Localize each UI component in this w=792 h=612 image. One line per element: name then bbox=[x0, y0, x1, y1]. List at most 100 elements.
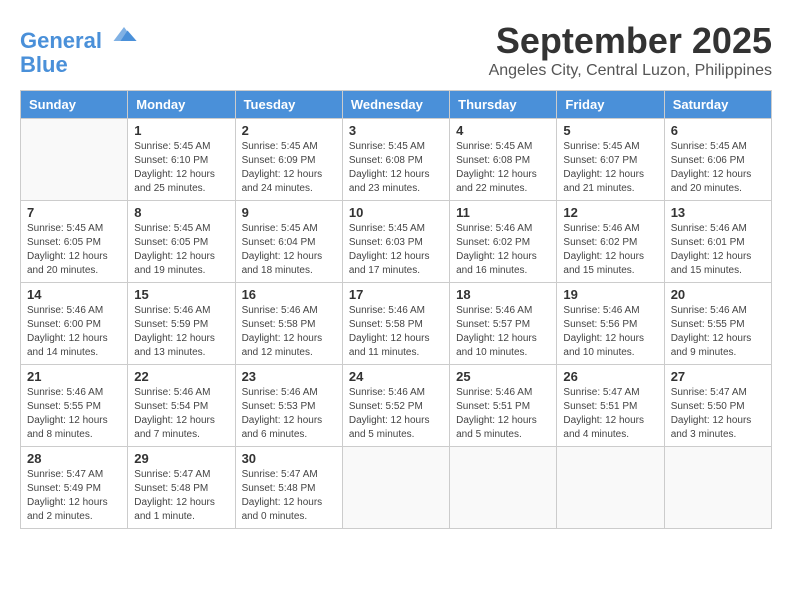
day-number: 4 bbox=[456, 123, 550, 138]
day-cell: 15 Sunrise: 5:46 AM Sunset: 5:59 PM Dayli… bbox=[128, 283, 235, 365]
day-info: Sunrise: 5:45 AM Sunset: 6:03 PM Dayligh… bbox=[349, 222, 443, 278]
day-cell: 11 Sunrise: 5:46 AM Sunset: 6:02 PM Dayli… bbox=[450, 201, 557, 283]
location-title: Angeles City, Central Luzon, Philippines bbox=[489, 62, 772, 80]
header-cell-friday: Friday bbox=[557, 91, 664, 119]
day-info: Sunrise: 5:46 AM Sunset: 5:52 PM Dayligh… bbox=[349, 386, 443, 442]
day-info: Sunrise: 5:45 AM Sunset: 6:09 PM Dayligh… bbox=[242, 140, 336, 196]
day-cell: 3Sunrise: 5:45 AM Sunset: 6:08 PM Daylig… bbox=[342, 119, 449, 201]
day-number: 1 bbox=[134, 123, 228, 138]
day-cell: 12 Sunrise: 5:46 AM Sunset: 6:02 PM Dayli… bbox=[557, 201, 664, 283]
day-cell: 21 Sunrise: 5:46 AM Sunset: 5:55 PM Dayli… bbox=[21, 365, 128, 447]
day-cell: 7Sunrise: 5:45 AM Sunset: 6:05 PM Daylig… bbox=[21, 201, 128, 283]
day-info: Sunrise: 5:46 AM Sunset: 5:55 PM Dayligh… bbox=[27, 386, 121, 442]
day-cell: 8 Sunrise: 5:45 AM Sunset: 6:05 PM Daylig… bbox=[128, 201, 235, 283]
day-cell: 2 Sunrise: 5:45 AM Sunset: 6:09 PM Daylig… bbox=[235, 119, 342, 201]
day-info: Sunrise: 5:45 AM Sunset: 6:08 PM Dayligh… bbox=[456, 140, 550, 196]
day-cell: 20 Sunrise: 5:46 AM Sunset: 5:55 PM Dayli… bbox=[664, 283, 771, 365]
day-cell: 6 Sunrise: 5:45 AM Sunset: 6:06 PM Daylig… bbox=[664, 119, 771, 201]
day-cell: 9 Sunrise: 5:45 AM Sunset: 6:04 PM Daylig… bbox=[235, 201, 342, 283]
day-info: Sunrise: 5:45 AM Sunset: 6:05 PM Dayligh… bbox=[134, 222, 228, 278]
day-number: 8 bbox=[134, 205, 228, 220]
day-number: 10 bbox=[349, 205, 443, 220]
day-number: 11 bbox=[456, 205, 550, 220]
day-info: Sunrise: 5:46 AM Sunset: 5:59 PM Dayligh… bbox=[134, 304, 228, 360]
day-cell: 25 Sunrise: 5:46 AM Sunset: 5:51 PM Dayli… bbox=[450, 365, 557, 447]
day-cell: 16Sunrise: 5:46 AM Sunset: 5:58 PM Dayli… bbox=[235, 283, 342, 365]
day-number: 27 bbox=[671, 369, 765, 384]
day-info: Sunrise: 5:46 AM Sunset: 5:53 PM Dayligh… bbox=[242, 386, 336, 442]
week-row-3: 14Sunrise: 5:46 AM Sunset: 6:00 PM Dayli… bbox=[21, 283, 772, 365]
day-number: 9 bbox=[242, 205, 336, 220]
day-number: 30 bbox=[242, 451, 336, 466]
logo-text: General bbox=[20, 20, 138, 53]
day-number: 28 bbox=[27, 451, 121, 466]
day-cell: 1 Sunrise: 5:45 AM Sunset: 6:10 PM Daylig… bbox=[128, 119, 235, 201]
logo: General Blue bbox=[20, 20, 138, 77]
day-cell: 13Sunrise: 5:46 AM Sunset: 6:01 PM Dayli… bbox=[664, 201, 771, 283]
day-cell bbox=[342, 447, 449, 529]
day-info: Sunrise: 5:46 AM Sunset: 5:56 PM Dayligh… bbox=[563, 304, 657, 360]
day-info: Sunrise: 5:45 AM Sunset: 6:04 PM Dayligh… bbox=[242, 222, 336, 278]
day-number: 17 bbox=[349, 287, 443, 302]
day-number: 12 bbox=[563, 205, 657, 220]
day-cell bbox=[557, 447, 664, 529]
day-info: Sunrise: 5:45 AM Sunset: 6:07 PM Dayligh… bbox=[563, 140, 657, 196]
header-cell-saturday: Saturday bbox=[664, 91, 771, 119]
day-cell: 4 Sunrise: 5:45 AM Sunset: 6:08 PM Daylig… bbox=[450, 119, 557, 201]
day-cell: 24 Sunrise: 5:46 AM Sunset: 5:52 PM Dayli… bbox=[342, 365, 449, 447]
day-cell: 17 Sunrise: 5:46 AM Sunset: 5:58 PM Dayli… bbox=[342, 283, 449, 365]
day-cell: 5Sunrise: 5:45 AM Sunset: 6:07 PM Daylig… bbox=[557, 119, 664, 201]
day-cell: 19 Sunrise: 5:46 AM Sunset: 5:56 PM Dayli… bbox=[557, 283, 664, 365]
day-number: 29 bbox=[134, 451, 228, 466]
day-number: 19 bbox=[563, 287, 657, 302]
day-info: Sunrise: 5:47 AM Sunset: 5:48 PM Dayligh… bbox=[242, 468, 336, 524]
header-cell-tuesday: Tuesday bbox=[235, 91, 342, 119]
day-info: Sunrise: 5:46 AM Sunset: 5:54 PM Dayligh… bbox=[134, 386, 228, 442]
week-row-2: 7Sunrise: 5:45 AM Sunset: 6:05 PM Daylig… bbox=[21, 201, 772, 283]
day-number: 20 bbox=[671, 287, 765, 302]
day-info: Sunrise: 5:46 AM Sunset: 5:58 PM Dayligh… bbox=[349, 304, 443, 360]
day-number: 25 bbox=[456, 369, 550, 384]
day-info: Sunrise: 5:45 AM Sunset: 6:06 PM Dayligh… bbox=[671, 140, 765, 196]
day-number: 6 bbox=[671, 123, 765, 138]
day-number: 13 bbox=[671, 205, 765, 220]
day-info: Sunrise: 5:46 AM Sunset: 6:02 PM Dayligh… bbox=[456, 222, 550, 278]
day-info: Sunrise: 5:45 AM Sunset: 6:05 PM Dayligh… bbox=[27, 222, 121, 278]
calendar-table: SundayMondayTuesdayWednesdayThursdayFrid… bbox=[20, 90, 772, 529]
day-cell: 23 Sunrise: 5:46 AM Sunset: 5:53 PM Dayli… bbox=[235, 365, 342, 447]
header-row: SundayMondayTuesdayWednesdayThursdayFrid… bbox=[21, 91, 772, 119]
day-number: 26 bbox=[563, 369, 657, 384]
header-cell-sunday: Sunday bbox=[21, 91, 128, 119]
logo-line2: Blue bbox=[20, 53, 138, 77]
day-info: Sunrise: 5:47 AM Sunset: 5:50 PM Dayligh… bbox=[671, 386, 765, 442]
day-number: 2 bbox=[242, 123, 336, 138]
day-number: 24 bbox=[349, 369, 443, 384]
week-row-4: 21 Sunrise: 5:46 AM Sunset: 5:55 PM Dayli… bbox=[21, 365, 772, 447]
day-info: Sunrise: 5:46 AM Sunset: 5:55 PM Dayligh… bbox=[671, 304, 765, 360]
day-cell: 26 Sunrise: 5:47 AM Sunset: 5:51 PM Dayli… bbox=[557, 365, 664, 447]
day-cell: 18 Sunrise: 5:46 AM Sunset: 5:57 PM Dayli… bbox=[450, 283, 557, 365]
page-header: General Blue September 2025 Angeles City… bbox=[20, 20, 772, 80]
day-info: Sunrise: 5:46 AM Sunset: 6:02 PM Dayligh… bbox=[563, 222, 657, 278]
header-cell-monday: Monday bbox=[128, 91, 235, 119]
day-number: 15 bbox=[134, 287, 228, 302]
day-info: Sunrise: 5:47 AM Sunset: 5:49 PM Dayligh… bbox=[27, 468, 121, 524]
day-number: 23 bbox=[242, 369, 336, 384]
day-cell bbox=[21, 119, 128, 201]
month-title: September 2025 bbox=[489, 20, 772, 62]
day-info: Sunrise: 5:46 AM Sunset: 5:51 PM Dayligh… bbox=[456, 386, 550, 442]
day-info: Sunrise: 5:46 AM Sunset: 6:00 PM Dayligh… bbox=[27, 304, 121, 360]
header-cell-thursday: Thursday bbox=[450, 91, 557, 119]
day-info: Sunrise: 5:46 AM Sunset: 5:57 PM Dayligh… bbox=[456, 304, 550, 360]
day-cell: 14Sunrise: 5:46 AM Sunset: 6:00 PM Dayli… bbox=[21, 283, 128, 365]
day-number: 21 bbox=[27, 369, 121, 384]
day-info: Sunrise: 5:45 AM Sunset: 6:10 PM Dayligh… bbox=[134, 140, 228, 196]
day-number: 22 bbox=[134, 369, 228, 384]
day-info: Sunrise: 5:46 AM Sunset: 5:58 PM Dayligh… bbox=[242, 304, 336, 360]
day-cell bbox=[664, 447, 771, 529]
logo-icon bbox=[110, 20, 138, 48]
day-cell: 29Sunrise: 5:47 AM Sunset: 5:48 PM Dayli… bbox=[128, 447, 235, 529]
day-number: 18 bbox=[456, 287, 550, 302]
day-info: Sunrise: 5:47 AM Sunset: 5:51 PM Dayligh… bbox=[563, 386, 657, 442]
day-cell: 27 Sunrise: 5:47 AM Sunset: 5:50 PM Dayli… bbox=[664, 365, 771, 447]
